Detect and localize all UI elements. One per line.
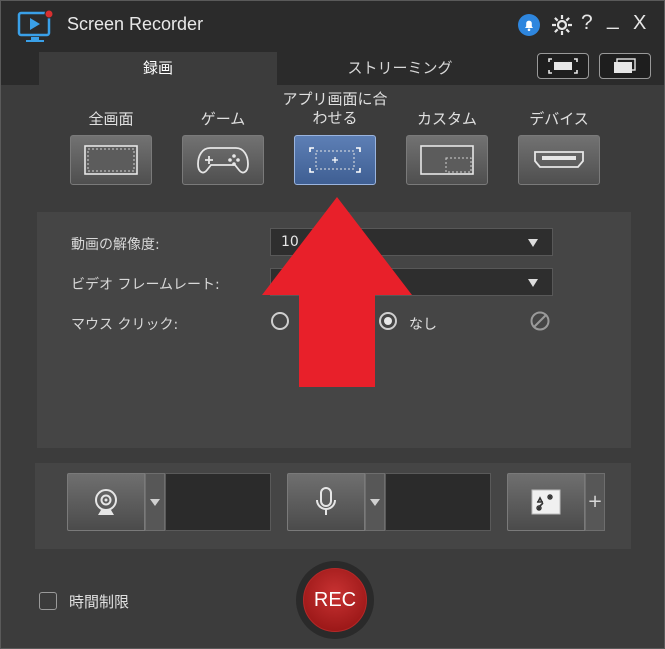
window-mode-icon <box>614 58 636 73</box>
effects-button[interactable] <box>507 473 585 531</box>
effects-sparkle-icon <box>531 489 561 515</box>
chevron-down-icon <box>528 239 538 247</box>
webcam-options-dropdown[interactable] <box>145 473 165 531</box>
mode-app-window: アプリ画面に合 わせる <box>280 89 390 185</box>
app-window-icon <box>309 147 361 173</box>
device-button[interactable] <box>518 135 600 185</box>
mode-custom: カスタム <box>392 89 502 185</box>
capture-region-icon <box>548 58 578 74</box>
mode-label: カスタム <box>416 110 477 128</box>
disabled-icon[interactable] <box>529 310 551 332</box>
chevron-down-icon <box>528 279 538 287</box>
capture-region-button[interactable] <box>537 53 589 79</box>
time-limit-label: 時間制限 <box>69 593 130 611</box>
microphone-button[interactable] <box>287 473 365 531</box>
mouse-click-label: マウス クリック: <box>71 317 179 333</box>
gamepad-icon <box>197 147 249 174</box>
mode-game: ゲーム <box>168 89 278 185</box>
minimize-icon[interactable]: _ <box>607 7 631 31</box>
app-logo-icon <box>17 10 54 42</box>
notification-bell-icon[interactable] <box>517 13 541 37</box>
tab-bar: 録画 ストリーミング <box>1 49 664 85</box>
mode-label: アプリ画面に合 わせる <box>280 89 390 135</box>
app-window-button[interactable] <box>294 135 376 185</box>
webcam-icon <box>95 489 117 515</box>
gear-icon[interactable] <box>550 13 574 37</box>
mode-label: ゲーム <box>200 110 246 128</box>
microphone-source-field[interactable] <box>385 473 491 531</box>
framerate-label: ビデオ フレームレート: <box>71 277 220 293</box>
help-icon[interactable]: ? <box>581 11 605 35</box>
app-title: Screen Recorder <box>67 14 204 34</box>
mode-label-line-1: アプリ画面に合 <box>282 90 388 108</box>
mode-label-line-2: わせる <box>312 109 358 127</box>
resolution-label: 動画の解像度: <box>71 237 160 253</box>
window-mode-button[interactable] <box>599 53 651 79</box>
annotation-arrow-icon <box>262 197 412 387</box>
webcam-button[interactable] <box>67 473 145 531</box>
hdmi-device-icon <box>534 151 584 168</box>
mode-label: 全画面 <box>88 110 134 128</box>
mouse-click-none-label: なし <box>409 317 437 333</box>
fullscreen-button[interactable] <box>70 135 152 185</box>
microphone-icon <box>316 487 336 515</box>
tab-recording[interactable]: 録画 <box>39 52 277 85</box>
time-limit-checkbox[interactable] <box>39 592 57 610</box>
add-effect-button[interactable]: + <box>585 473 605 531</box>
mode-fullscreen: 全画面 <box>56 89 166 185</box>
mode-label: デバイス <box>529 110 589 128</box>
webcam-source-field[interactable] <box>165 473 271 531</box>
microphone-options-dropdown[interactable] <box>365 473 385 531</box>
fullscreen-icon <box>84 145 138 175</box>
title-bar: Screen Recorder ? _ X <box>1 1 664 49</box>
close-icon[interactable]: X <box>633 12 657 36</box>
rec-button[interactable]: REC <box>303 568 367 632</box>
custom-area-button[interactable] <box>406 135 488 185</box>
tab-streaming[interactable]: ストリーミング <box>277 52 523 85</box>
screen-recorder-window: Screen Recorder ? _ X 録画 ストリーミング 全画面 ゲーム… <box>0 0 665 649</box>
game-button[interactable] <box>182 135 264 185</box>
custom-area-icon <box>420 145 474 175</box>
input-sources-bar: + <box>35 463 631 549</box>
mode-device: デバイス <box>504 89 614 185</box>
